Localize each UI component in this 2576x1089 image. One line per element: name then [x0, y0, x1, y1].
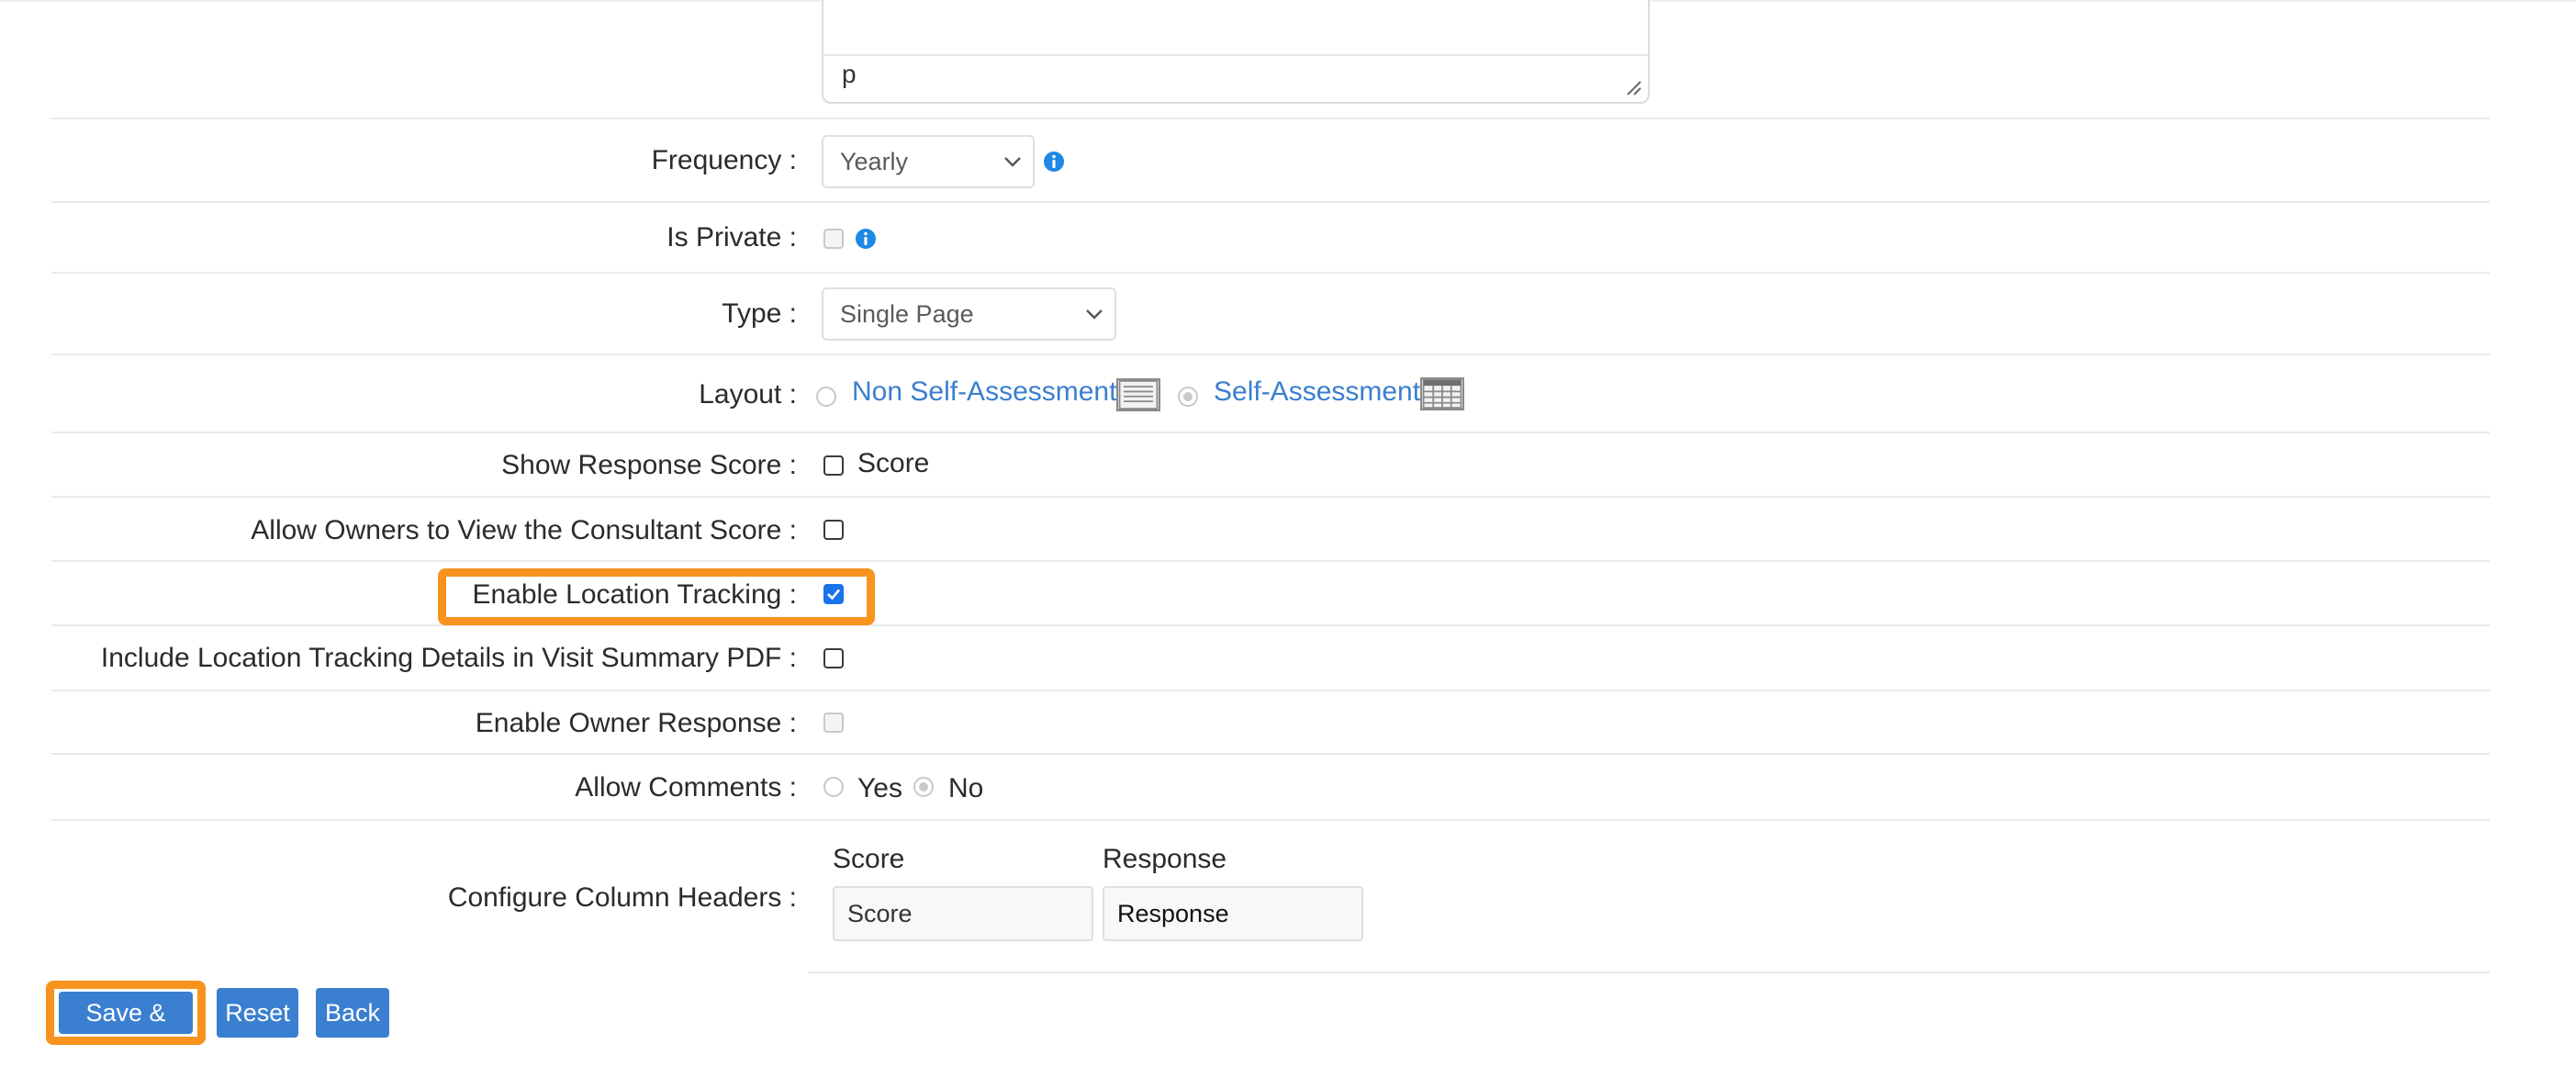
row-divider [51, 560, 2490, 562]
reset-button[interactable]: Reset [217, 988, 298, 1038]
enable-owner-response-checkbox[interactable] [823, 713, 844, 733]
allow-comments-no-label: No [948, 773, 984, 803]
layout-option-self-assessment[interactable]: Self-Assessment [1214, 376, 1420, 408]
resize-handle-icon[interactable] [1624, 78, 1642, 96]
frequency-select[interactable]: Yearly [822, 135, 1035, 188]
list-layout-icon [1116, 378, 1160, 411]
type-select[interactable]: Single Page [822, 287, 1116, 341]
enable-owner-response-label: Enable Owner Response : [475, 708, 797, 738]
row-divider [51, 201, 2490, 203]
row-divider [51, 272, 2490, 274]
show-response-score-option-label: Score [857, 448, 930, 478]
allow-comments-yes-label: Yes [857, 773, 902, 803]
type-label: Type : [722, 298, 797, 329]
score-column-header: Score [833, 844, 905, 874]
frequency-select-value: Yearly [840, 148, 909, 175]
allow-comments-radio-yes[interactable] [823, 777, 844, 797]
response-column-header: Response [1103, 844, 1227, 874]
layout-label: Layout : [699, 379, 797, 410]
row-divider [51, 496, 2490, 498]
editor-path: p [842, 60, 857, 88]
grid-layout-icon [1420, 377, 1464, 410]
score-header-input[interactable] [833, 886, 1093, 941]
row-divider [51, 819, 2490, 821]
checkmark-icon [827, 589, 840, 601]
row-divider [51, 624, 2490, 626]
row-divider [51, 432, 2490, 433]
chevron-down-icon [1086, 309, 1103, 320]
show-response-score-label: Show Response Score : [501, 450, 797, 480]
is-private-checkbox[interactable] [823, 229, 844, 249]
layout-option-non-self-assessment[interactable]: Non Self-Assessment [852, 376, 1116, 408]
chevron-down-icon [1004, 157, 1021, 167]
allow-comments-label: Allow Comments : [575, 772, 797, 803]
include-location-tracking-pdf-checkbox[interactable] [823, 648, 844, 668]
type-select-value: Single Page [840, 300, 974, 328]
frequency-info-icon[interactable] [1043, 151, 1065, 173]
back-button[interactable]: Back [316, 988, 389, 1038]
row-divider [51, 118, 2490, 119]
description-editor[interactable]: p [822, 0, 1650, 104]
allow-owners-view-score-label: Allow Owners to View the Consultant Scor… [251, 515, 797, 545]
frequency-label: Frequency : [651, 145, 797, 175]
response-header-input[interactable] [1103, 886, 1363, 941]
save-next-button[interactable]: Save & Next [59, 992, 193, 1069]
enable-location-tracking-label: Enable Location Tracking : [472, 579, 797, 610]
is-private-label: Is Private : [666, 222, 797, 253]
editor-statusbar: p [823, 54, 1648, 102]
row-divider [51, 753, 2490, 755]
layout-radio-non-self-assessment[interactable] [816, 387, 836, 407]
enable-location-tracking-checkbox[interactable] [823, 584, 844, 604]
is-private-info-icon[interactable] [855, 228, 877, 250]
row-divider [808, 971, 2490, 973]
allow-comments-radio-no[interactable] [913, 777, 934, 797]
show-response-score-checkbox[interactable] [823, 455, 844, 476]
row-divider [51, 354, 2490, 355]
allow-owners-view-score-checkbox[interactable] [823, 520, 844, 540]
row-divider [51, 690, 2490, 691]
layout-radio-self-assessment[interactable] [1178, 387, 1198, 407]
include-location-tracking-pdf-label: Include Location Tracking Details in Vis… [100, 643, 797, 673]
configure-column-headers-label: Configure Column Headers : [447, 882, 797, 913]
